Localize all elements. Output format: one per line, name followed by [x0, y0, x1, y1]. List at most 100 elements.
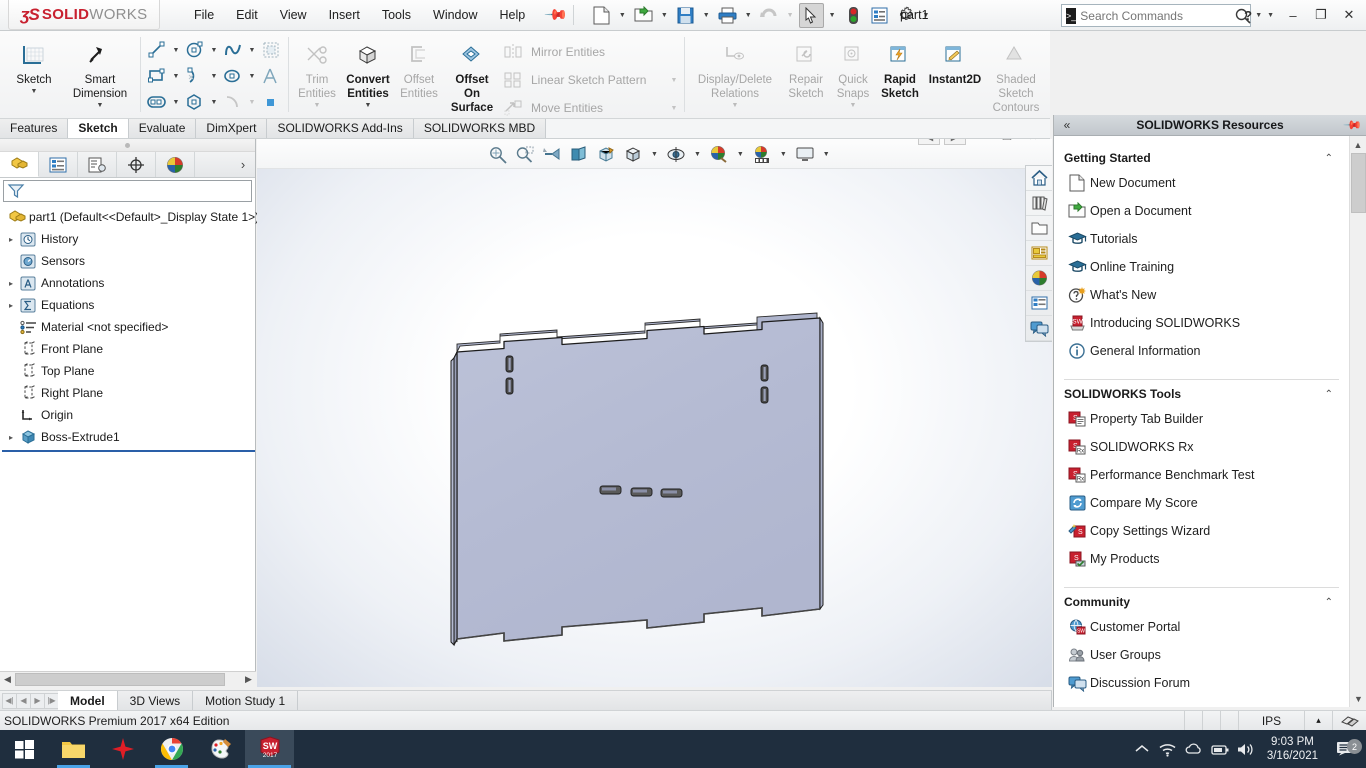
rectangle-tool[interactable]: ▼	[144, 63, 182, 89]
sheet-metal-plate-model[interactable]	[257, 139, 1052, 687]
menu-view[interactable]: View	[270, 3, 317, 27]
new-document-icon[interactable]	[589, 3, 614, 28]
feature-manager-tab[interactable]	[0, 152, 39, 177]
polygon-caret[interactable]: ▼	[208, 99, 220, 106]
convert-entities-button[interactable]: Convert Entities ▼	[342, 34, 394, 109]
resource-tutorials[interactable]: Tutorials	[1064, 225, 1339, 253]
tree-arrow-history[interactable]: ▸	[4, 235, 18, 244]
tab-first-button[interactable]: ◀|	[2, 692, 17, 709]
show-hidden-icons-button[interactable]	[1129, 744, 1155, 754]
tab-solidworks-mbd[interactable]: SOLIDWORKS MBD	[413, 119, 547, 138]
help-button[interactable]: ?	[1235, 4, 1261, 26]
section-solidworks-tools-header[interactable]: SOLIDWORKS Tools ⌃	[1064, 379, 1339, 405]
chevron-up-icon[interactable]: ⌃	[1325, 153, 1339, 164]
save-icon[interactable]	[673, 3, 698, 28]
tab-dimxpert[interactable]: DimXpert	[196, 119, 268, 138]
autodesk-taskbar[interactable]	[98, 730, 147, 768]
select-caret[interactable]: ▼	[825, 12, 840, 19]
tree-item-sensors[interactable]: ▸ Sensors	[2, 250, 255, 272]
community-user-groups[interactable]: User Groups	[1064, 641, 1339, 669]
save-caret[interactable]: ▼	[699, 12, 714, 19]
tree-item-front-plane[interactable]: ▸ Front Plane	[2, 338, 255, 360]
property-manager-tab[interactable]	[39, 152, 78, 177]
chevron-up-icon[interactable]: ⌃	[1325, 597, 1339, 608]
menu-insert[interactable]: Insert	[319, 3, 370, 27]
tree-arrow-annotations[interactable]: ▸	[4, 279, 18, 288]
solidworks-forum-icon[interactable]	[1026, 316, 1052, 341]
volume-icon[interactable]	[1233, 742, 1259, 757]
tree-item-origin[interactable]: ▸ Origin	[2, 404, 255, 426]
feature-tree-hscrollbar[interactable]: ◀ ▶	[0, 671, 256, 687]
tree-item-right-plane[interactable]: ▸ Right Plane	[2, 382, 255, 404]
battery-icon[interactable]	[1207, 743, 1233, 756]
resource-general-information[interactable]: General Information	[1064, 337, 1339, 365]
arc-caret[interactable]: ▼	[208, 73, 220, 80]
graphics-area[interactable]: ▼ ▼ ▼ ▼ ▼ ◀ ▶ – ❐ ✕	[257, 139, 1052, 687]
configuration-manager-tab[interactable]	[78, 152, 117, 177]
arc-tool[interactable]: ▼	[182, 63, 220, 89]
smart-dimension-button[interactable]: Smart Dimension ▼	[64, 34, 136, 109]
chevron-up-icon[interactable]: ⌃	[1325, 389, 1339, 400]
resource-new-document[interactable]: New Document	[1064, 169, 1339, 197]
menu-tools[interactable]: Tools	[372, 3, 421, 27]
line-tool[interactable]: ▼	[144, 37, 182, 63]
solidworks-logo[interactable]: ʒS SOLIDWORKS	[8, 0, 160, 30]
options-list-icon[interactable]	[867, 3, 892, 28]
chrome-taskbar[interactable]	[147, 730, 196, 768]
resource-whats-new[interactable]: What's New	[1064, 281, 1339, 309]
tool-solidworks-rx[interactable]: S Rx SOLIDWORKS Rx	[1064, 433, 1339, 461]
print-icon[interactable]	[715, 3, 740, 28]
section-community-header[interactable]: Community ⌃	[1064, 587, 1339, 613]
sketch-button[interactable]: Sketch ▼	[4, 34, 64, 95]
onedrive-icon[interactable]	[1181, 742, 1207, 757]
tree-arrow-equations[interactable]: ▸	[4, 301, 18, 310]
text-tool[interactable]	[258, 63, 284, 89]
bottom-tab-3d-views[interactable]: 3D Views	[117, 691, 194, 710]
units-caret[interactable]: ▴	[1304, 710, 1332, 731]
bottom-tab-model[interactable]: Model	[58, 691, 118, 710]
tree-item-boss-extrude1[interactable]: ▸ Boss-Extrude1	[2, 426, 255, 448]
menu-window[interactable]: Window	[423, 3, 487, 27]
search-input[interactable]	[1080, 8, 1236, 23]
spline-tool[interactable]: ▼	[220, 37, 258, 63]
open-document-caret[interactable]: ▼	[657, 12, 672, 19]
convert-entities-caret[interactable]: ▼	[365, 102, 372, 109]
offset-on-surface-button[interactable]: Offset On Surface	[444, 34, 500, 114]
custom-properties-icon[interactable]	[1026, 291, 1052, 316]
slot-tool[interactable]: ▼	[144, 89, 182, 115]
tab-solidworks-add-ins[interactable]: SOLIDWORKS Add-Ins	[267, 119, 414, 138]
polygon-tool[interactable]: ▼	[182, 89, 220, 115]
new-document-caret[interactable]: ▼	[615, 12, 630, 19]
tree-item-annotations[interactable]: ▸ Annotations	[2, 272, 255, 294]
tree-item-history[interactable]: ▸ History	[2, 228, 255, 250]
feature-tree-filter[interactable]	[3, 180, 252, 202]
tool-performance-benchmark-test[interactable]: S Rx Performance Benchmark Test	[1064, 461, 1339, 489]
tool-compare-my-score[interactable]: Compare My Score	[1064, 489, 1339, 517]
rectangle-caret[interactable]: ▼	[170, 73, 182, 80]
smart-dimension-dropdown-caret[interactable]: ▼	[97, 102, 104, 109]
tool-copy-settings-wizard[interactable]: S Copy Settings Wizard	[1064, 517, 1339, 545]
select-icon[interactable]	[798, 2, 824, 28]
line-caret[interactable]: ▼	[170, 47, 182, 54]
circle-caret[interactable]: ▼	[208, 47, 220, 54]
community-discussion-forum[interactable]: Discussion Forum	[1064, 669, 1339, 697]
search-commands-box[interactable]: >_ ▼	[1061, 4, 1262, 27]
task-pane-scrollbar[interactable]: ▲ ▼	[1349, 136, 1366, 707]
tool-my-products[interactable]: S My Products	[1064, 545, 1339, 573]
open-document-icon[interactable]	[631, 3, 656, 28]
units-indicator[interactable]: IPS	[1238, 710, 1304, 731]
panel-splitter[interactable]	[0, 139, 255, 152]
solidworks-taskbar[interactable]: SW 2017	[245, 730, 294, 768]
dimxpert-manager-tab[interactable]	[117, 152, 156, 177]
resource-online-training[interactable]: Online Training	[1064, 253, 1339, 281]
menu-edit[interactable]: Edit	[226, 3, 268, 27]
task-pane-scroll-thumb[interactable]	[1351, 153, 1366, 213]
community-customer-portal[interactable]: SW Customer Portal	[1064, 613, 1339, 641]
menu-help[interactable]: Help	[490, 3, 536, 27]
restore-button[interactable]: ❐	[1308, 4, 1334, 26]
hscroll-thumb[interactable]	[15, 673, 225, 686]
point-tool[interactable]	[258, 89, 284, 115]
tree-item-part1[interactable]: ▸ part1 (Default<<Default>_Display State…	[2, 206, 259, 228]
bottom-tab-motion-study-1[interactable]: Motion Study 1	[193, 691, 299, 710]
sketch-dropdown-caret[interactable]: ▼	[31, 88, 38, 95]
